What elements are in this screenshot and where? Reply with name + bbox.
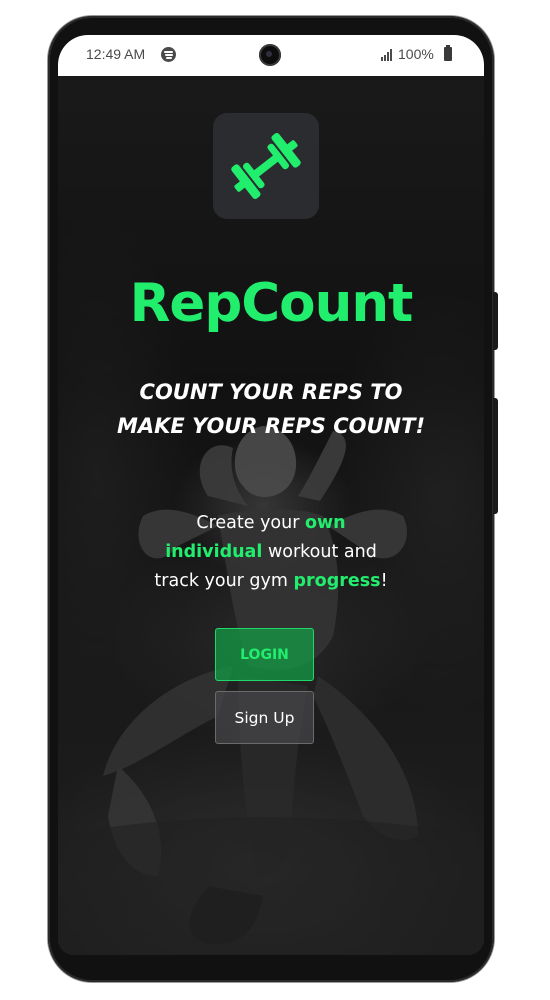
- spotify-icon: [161, 47, 176, 62]
- login-button[interactable]: LOGIN: [215, 628, 314, 681]
- app-description: Create your own individual workout and t…: [58, 509, 484, 596]
- description-line-1: Create your own: [58, 509, 484, 538]
- battery-icon: [444, 45, 452, 61]
- tagline: COUNT YOUR REPS TO MAKE YOUR REPS COUNT!: [58, 375, 484, 443]
- highlight-own: own: [304, 513, 346, 533]
- tagline-line-2: MAKE YOUR REPS COUNT!: [116, 414, 426, 438]
- description-text: Create your: [196, 513, 305, 533]
- description-line-3: track your gym progress!: [58, 567, 484, 596]
- status-bar: 12:49 AM 100%: [58, 35, 484, 76]
- status-time: 12:49 AM: [86, 46, 146, 62]
- signal-icon: [381, 49, 395, 61]
- app-logo: [213, 113, 319, 219]
- tagline-line-1: COUNT YOUR REPS TO: [139, 380, 403, 404]
- signup-button[interactable]: Sign Up: [215, 691, 314, 744]
- volume-button: [493, 292, 498, 350]
- description-text: track your gym: [154, 571, 294, 591]
- battery-level: 100%: [398, 46, 434, 62]
- highlight-individual: individual: [165, 542, 263, 562]
- power-button: [493, 398, 498, 514]
- front-camera: [259, 44, 281, 66]
- description-text: workout and: [262, 542, 377, 562]
- highlight-progress: progress: [293, 571, 381, 591]
- phone-screen: 12:49 AM 100% RepCount COUNT YOUR REPS T…: [58, 35, 484, 955]
- app-title: RepCount: [129, 273, 414, 334]
- description-text: !: [380, 571, 388, 591]
- dumbbell-icon: [231, 132, 301, 200]
- description-line-2: individual workout and: [58, 538, 484, 567]
